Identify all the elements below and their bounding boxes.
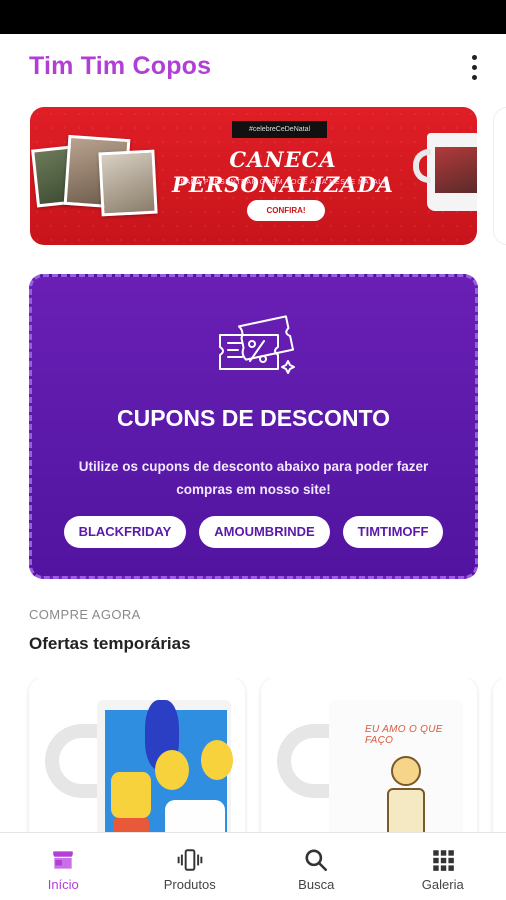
- app-title: Tim Tim Copos: [29, 52, 212, 80]
- banner-hashtag: #celebreCeDeNatal: [232, 121, 327, 138]
- search-icon: [305, 849, 328, 872]
- coupon-chip-timtimoff[interactable]: TIMTIMOFF: [342, 516, 444, 548]
- coupon-description: Utilize os cupons de desconto abaixo par…: [78, 459, 429, 497]
- coupon-codes: BLACKFRIDAY AMOUMBRINDE TIMTIMOFF: [32, 516, 475, 548]
- nav-item-inicio[interactable]: Início: [0, 833, 127, 900]
- section-overline: COMPRE AGORA: [29, 607, 141, 622]
- nav-label: Início: [47, 877, 79, 892]
- product-card[interactable]: [29, 678, 245, 834]
- section-title: Ofertas temporárias: [29, 634, 191, 653]
- bottom-nav: Início Produtos Busca Galeria: [0, 832, 506, 900]
- banner-subtitle: PARA PRESENTEAR QUEM VOCÊ AMA NESTE NATA…: [180, 179, 386, 186]
- offers-list[interactable]: EU AMO O QUE FAÇO: [0, 678, 506, 834]
- banner-cta-button[interactable]: CONFIRA!: [247, 200, 325, 221]
- nav-item-galeria[interactable]: Galeria: [380, 833, 506, 900]
- vibration-phone-icon: [177, 849, 203, 871]
- product-card[interactable]: EU AMO O QUE FAÇO: [261, 678, 477, 834]
- mug-text: EU AMO O QUE FAÇO: [365, 724, 443, 746]
- promo-banner[interactable]: #celebreCeDeNatal CANECA PERSONALIZADA P…: [30, 107, 477, 245]
- mug-handle: [45, 724, 101, 798]
- nav-label: Galeria: [421, 877, 464, 892]
- overflow-menu-icon[interactable]: [462, 50, 486, 84]
- mug-image: [413, 133, 477, 211]
- simpsons-art: [105, 700, 233, 834]
- coupon-card: CUPONS DE DESCONTO Utilize os cupons de …: [29, 274, 478, 579]
- product-card[interactable]: [493, 678, 506, 834]
- banner-photo: [98, 149, 158, 217]
- status-bar: [0, 0, 506, 34]
- figure-art: [391, 756, 421, 786]
- banner-title: CANECA PERSONALIZADA: [172, 147, 394, 197]
- nav-item-busca[interactable]: Busca: [253, 833, 380, 900]
- ticket-percent-icon: [219, 315, 295, 374]
- figure-art: [387, 788, 425, 834]
- mug-handle: [277, 724, 333, 798]
- coupon-title: CUPONS DE DESCONTO: [116, 405, 391, 431]
- coupon-chip-blackfriday[interactable]: BLACKFRIDAY: [63, 516, 187, 548]
- banner-carousel[interactable]: #celebreCeDeNatal CANECA PERSONALIZADA P…: [0, 106, 506, 246]
- store-icon: [53, 851, 73, 869]
- nav-label: Produtos: [163, 877, 216, 892]
- grid-icon: [433, 850, 454, 871]
- nav-label: Busca: [298, 877, 335, 892]
- next-banner-peek[interactable]: [493, 107, 506, 245]
- nav-item-produtos[interactable]: Produtos: [127, 833, 254, 900]
- coupon-chip-amoumbrinde[interactable]: AMOUMBRINDE: [199, 516, 330, 548]
- mug-image: EU AMO O QUE FAÇO: [329, 700, 463, 834]
- app-bar: Tim Tim Copos: [0, 34, 506, 102]
- mug-image: [97, 700, 233, 834]
